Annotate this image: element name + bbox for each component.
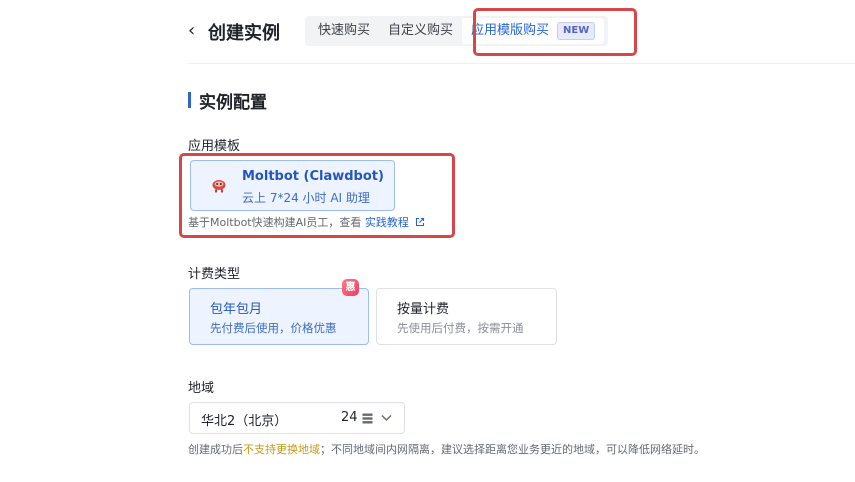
region-select-value: 华北2（北京） [201, 414, 288, 429]
region-note-warning: 不支持更换地域 [243, 443, 320, 456]
region-select[interactable]: 华北2（北京） 24 [189, 402, 405, 434]
billing-option-desc: 先付费后使用，价格优惠 [210, 321, 337, 335]
page-header: ‹ 创建实例 快速购买 自定义购买 应用模版购买 NEW [0, 0, 855, 62]
billing-type-label: 计费类型 [188, 267, 241, 282]
highlight-box-template [179, 153, 455, 238]
billing-option-title: 按量计费 [397, 302, 450, 317]
billing-option-subscription[interactable]: 包年包月 先付费后使用，价格优惠 [189, 288, 369, 345]
region-label: 地域 [188, 381, 215, 396]
app-template-label: 应用模板 [188, 139, 241, 154]
region-note: 创建成功后不支持更换地域；不同地域间内网隔离，建议选择距离您业务更近的地域，可以… [188, 441, 705, 457]
billing-option-desc: 先使用后付费，按需开通 [397, 321, 524, 335]
region-note-suffix: ；不同地域间内网隔离，建议选择距离您业务更近的地域，可以降低网络延时。 [320, 443, 705, 456]
section-accent-bar [188, 92, 191, 108]
stack-icon [362, 413, 373, 424]
tab-custom-buy[interactable]: 自定义购买 [379, 18, 462, 44]
page-title: 创建实例 [208, 23, 280, 44]
header-divider [188, 63, 855, 64]
back-arrow-icon[interactable]: ‹ [188, 20, 195, 41]
zone-count: 24 [341, 410, 358, 425]
billing-option-pay-as-you-go[interactable]: 按量计费 先使用后付费，按需开通 [376, 288, 557, 345]
section-title: 实例配置 [199, 93, 267, 113]
chevron-down-icon [381, 415, 392, 421]
discount-badge: 惠 [342, 279, 359, 296]
billing-option-title: 包年包月 [210, 302, 263, 317]
region-note-prefix: 创建成功后 [188, 443, 243, 456]
tab-quick-buy[interactable]: 快速购买 [309, 18, 379, 44]
highlight-box-tab [473, 8, 637, 56]
